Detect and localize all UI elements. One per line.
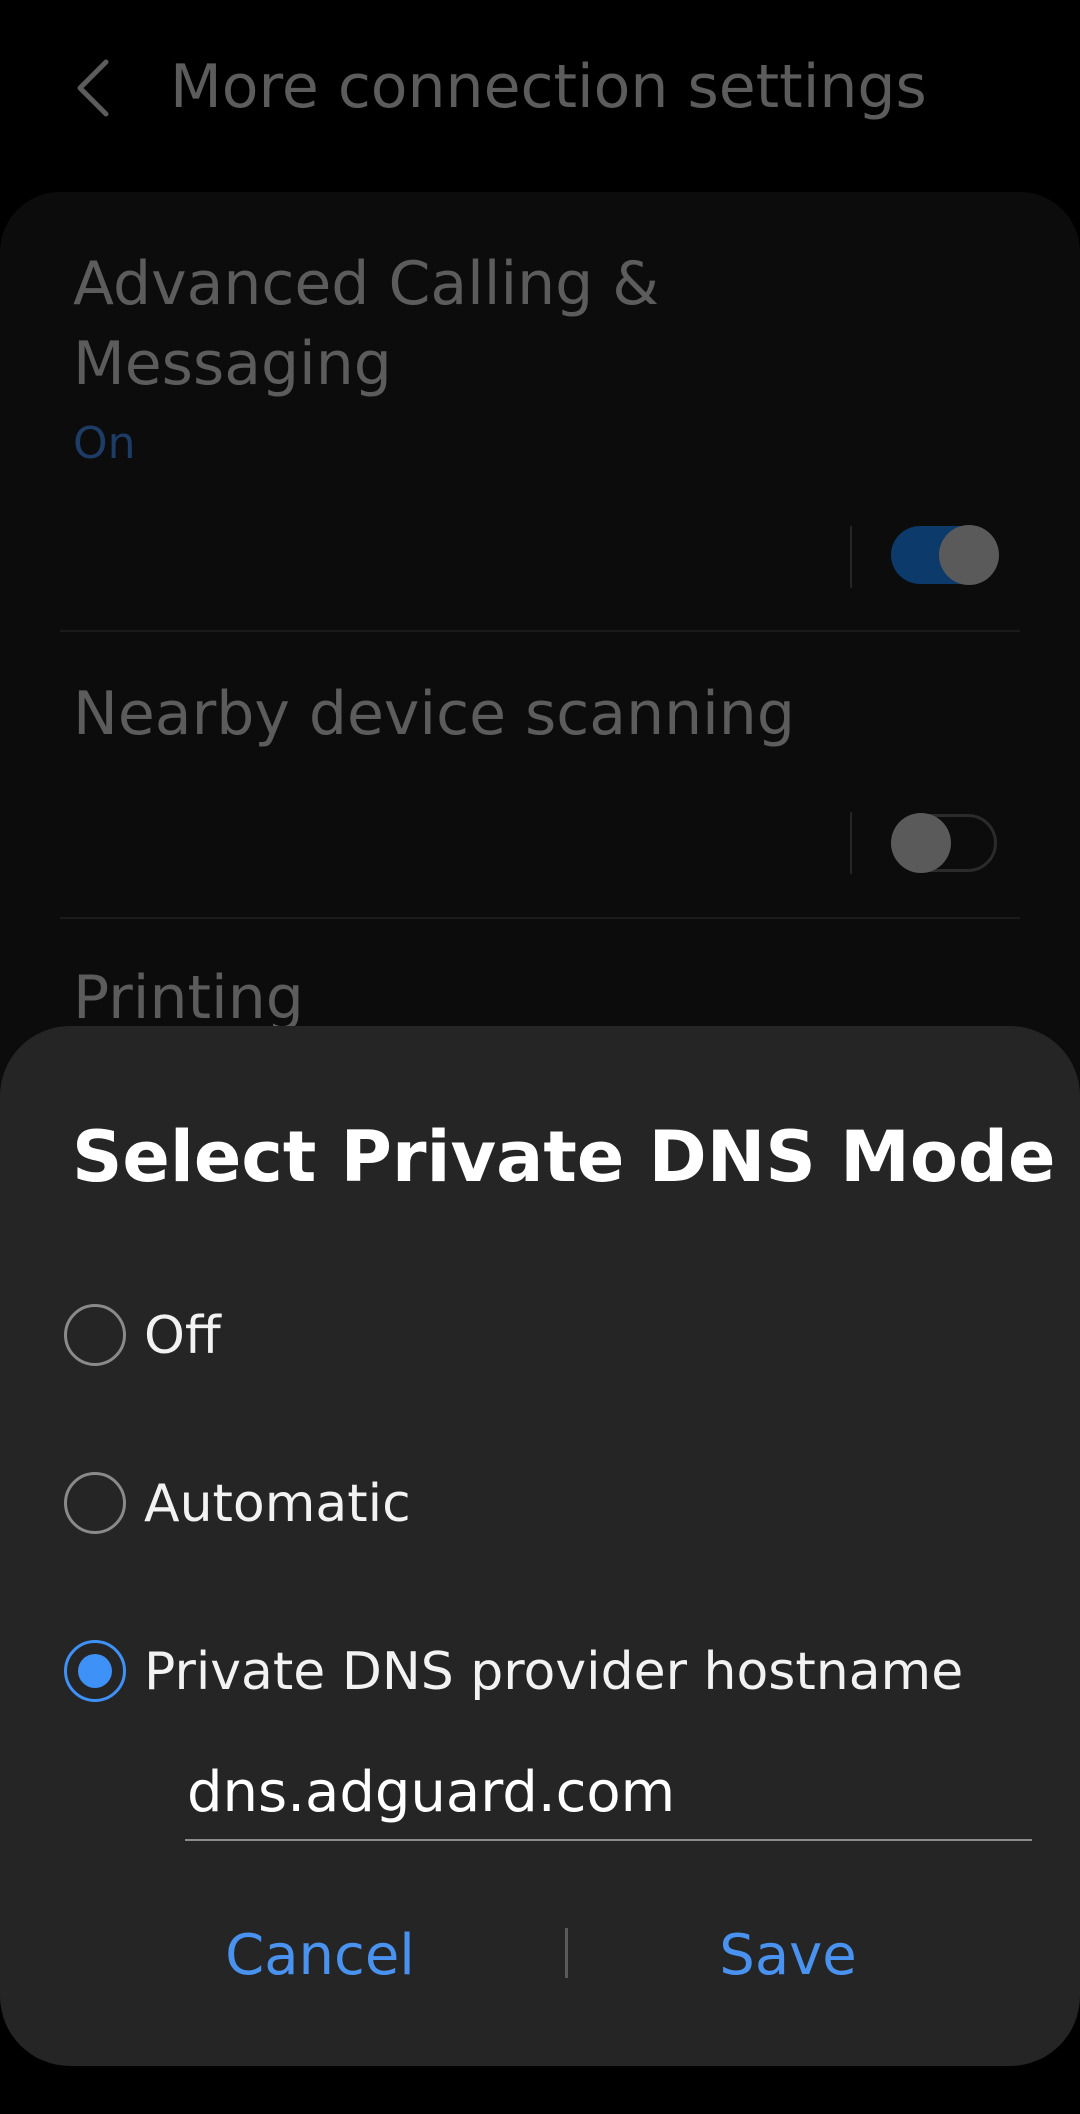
button-divider	[565, 1928, 568, 1978]
option-hostname-label[interactable]: Private DNS provider hostname	[144, 1642, 963, 1702]
option-automatic-label[interactable]: Automatic	[144, 1474, 411, 1534]
toggle-divider	[850, 526, 852, 588]
radio-selected-dot	[78, 1654, 112, 1688]
advanced-calling-toggle[interactable]	[891, 525, 999, 585]
page-title: More connection settings	[170, 52, 927, 122]
radio-hostname[interactable]	[64, 1640, 126, 1702]
advanced-calling-title-line1[interactable]: Advanced Calling &	[73, 244, 659, 324]
save-button[interactable]: Save	[628, 1906, 948, 2006]
list-divider	[60, 917, 1020, 919]
option-hostname[interactable]: Private DNS provider hostname	[62, 1616, 1022, 1726]
option-automatic[interactable]: Automatic	[62, 1448, 1022, 1558]
advanced-calling-status: On	[73, 418, 136, 469]
list-divider	[60, 630, 1020, 632]
private-dns-dialog: Select Private DNS Mode Off Automatic Pr…	[0, 1026, 1080, 2066]
toggle-knob	[891, 813, 951, 873]
hostname-input[interactable]	[185, 1746, 1032, 1841]
cancel-button[interactable]: Cancel	[160, 1906, 480, 2006]
dialog-title: Select Private DNS Mode	[72, 1116, 1056, 1198]
advanced-calling-title-line2[interactable]: Messaging	[73, 324, 392, 404]
radio-off[interactable]	[64, 1304, 126, 1366]
radio-automatic[interactable]	[64, 1472, 126, 1534]
nearby-scanning-toggle[interactable]	[891, 813, 997, 873]
app-header: More connection settings	[0, 0, 1080, 175]
nearby-scanning-title[interactable]: Nearby device scanning	[73, 674, 795, 754]
option-off[interactable]: Off	[62, 1280, 1022, 1390]
option-off-label[interactable]: Off	[144, 1306, 221, 1366]
toggle-knob	[939, 525, 999, 585]
chevron-left-icon[interactable]	[70, 58, 120, 118]
toggle-divider	[850, 812, 852, 874]
